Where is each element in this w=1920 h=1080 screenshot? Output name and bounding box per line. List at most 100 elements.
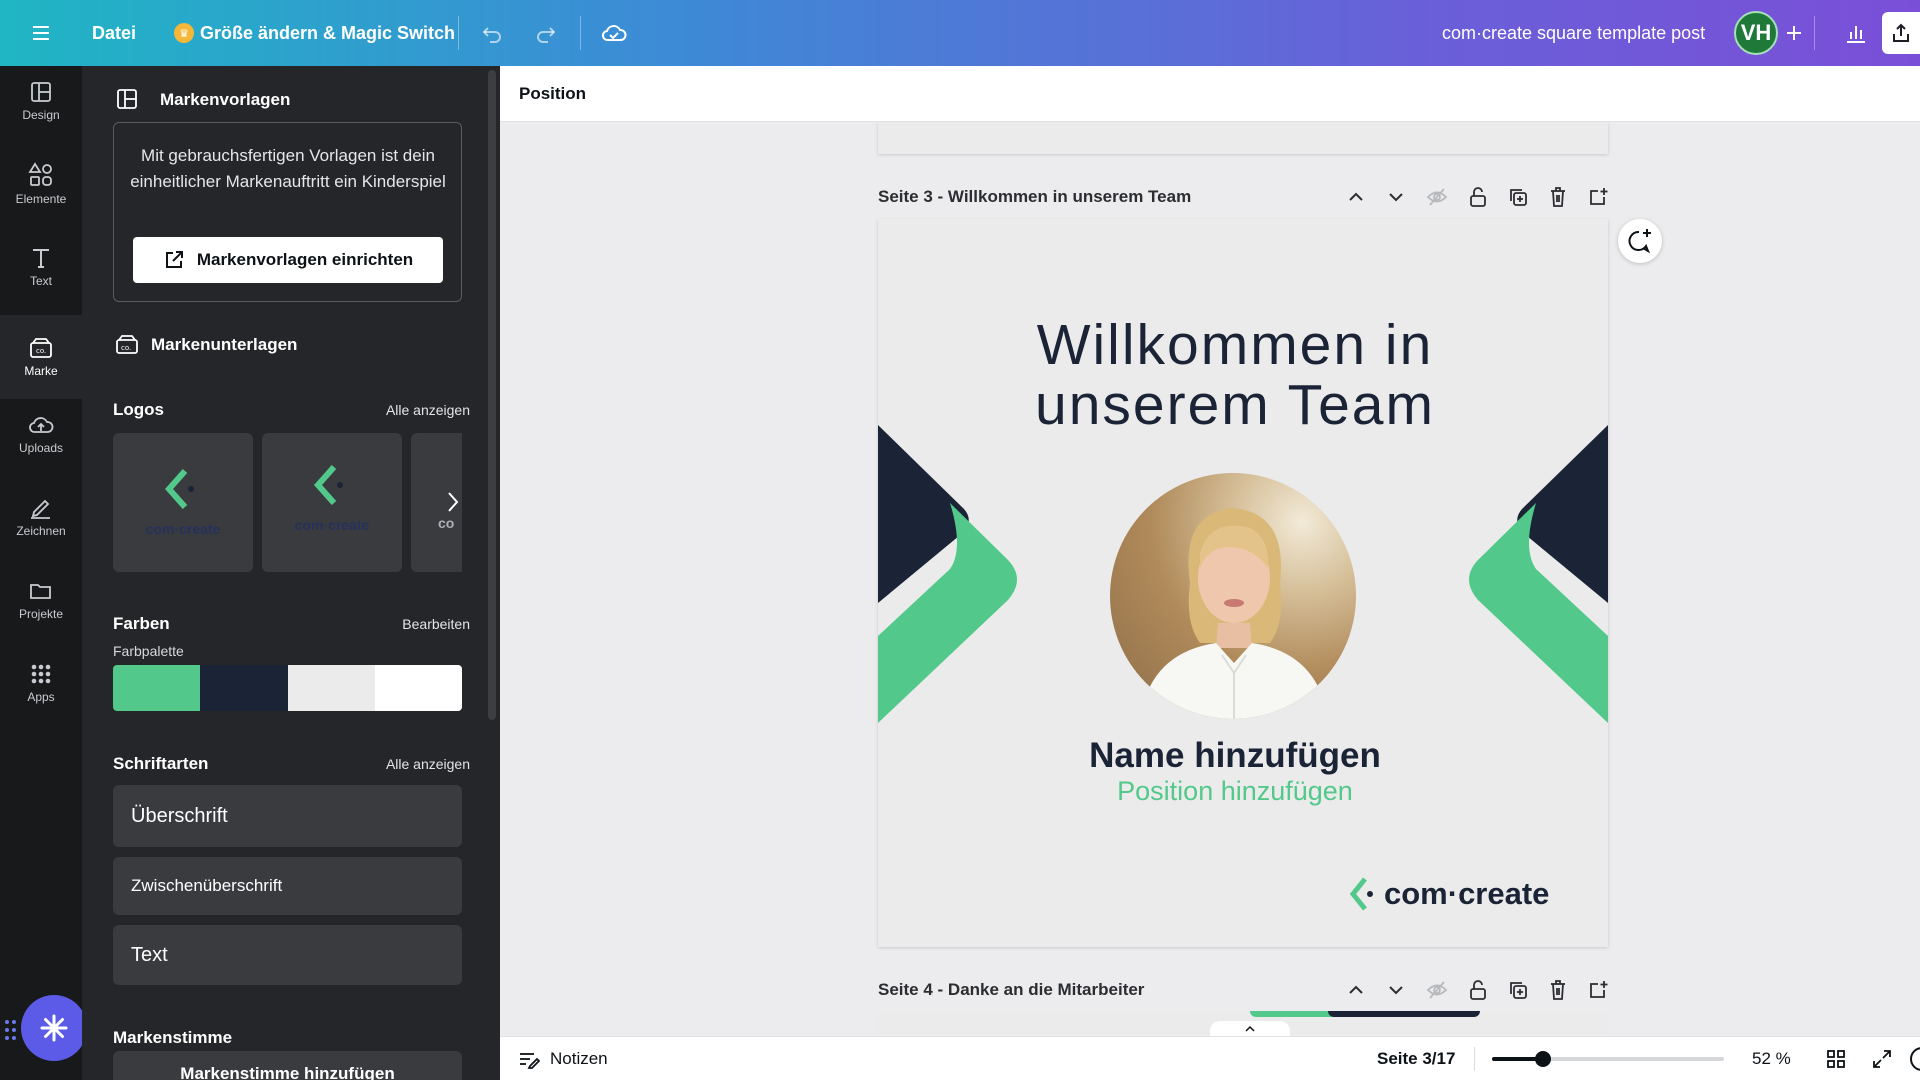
panel-scrollbar[interactable]: [488, 70, 496, 720]
rail-item-elements[interactable]: Elemente: [0, 149, 82, 219]
zoom-slider[interactable]: [1492, 1051, 1724, 1067]
brand-logo-mark-icon: [1349, 877, 1373, 911]
rail-label-draw: Zeichnen: [16, 524, 66, 538]
logo-text-1: com·create: [145, 521, 221, 537]
rail-label-brand: Marke: [24, 364, 58, 378]
brand-logo[interactable]: com·create: [1348, 876, 1549, 912]
page3-title[interactable]: Seite 3 - Willkommen in unserem Team: [878, 187, 1191, 207]
hide-page-icon[interactable]: [1426, 980, 1448, 1000]
logo-tile-2[interactable]: com·create: [262, 433, 402, 572]
hide-page-icon[interactable]: [1426, 187, 1448, 207]
lock-icon[interactable]: [1468, 186, 1488, 208]
rail-item-brand[interactable]: co. Marke: [0, 315, 82, 399]
add-page-icon[interactable]: [1588, 980, 1608, 1000]
context-toolbar: Position: [500, 66, 1920, 122]
fonts-title: Schriftarten: [113, 754, 209, 773]
move-up-icon[interactable]: [1346, 980, 1366, 1000]
font-heading-button[interactable]: Überschrift: [113, 785, 462, 847]
notes-button[interactable]: Notizen: [518, 1049, 608, 1069]
palette-swatch-white[interactable]: [374, 665, 462, 711]
templates-description: Mit gebrauchsfertigen Vorlagen ist dein …: [130, 146, 446, 191]
team-member-photo[interactable]: [1110, 473, 1356, 719]
drag-handle-icon[interactable]: [4, 1016, 18, 1044]
resize-label: Größe ändern & Magic Switch: [200, 22, 456, 43]
templates-title: Markenvorlagen: [160, 90, 291, 109]
undo-icon[interactable]: [480, 0, 504, 66]
font-subheading-button[interactable]: Zwischenüberschrift: [113, 857, 462, 915]
add-people-icon[interactable]: [1782, 0, 1806, 66]
rail-item-text[interactable]: Text: [0, 232, 82, 302]
fullscreen-icon[interactable]: [1872, 1049, 1892, 1074]
brand-kit-title: Markenunterlagen: [151, 335, 298, 354]
rail-label-design: Design: [22, 108, 60, 122]
avatar[interactable]: VH: [1734, 11, 1778, 55]
duplicate-page-icon[interactable]: [1508, 187, 1528, 207]
rail-label-projects: Projekte: [18, 607, 64, 621]
previous-page-bottom[interactable]: [878, 122, 1608, 154]
rail-item-design[interactable]: Design: [0, 66, 82, 136]
templates-card: Mit gebrauchsfertigen Vorlagen ist dein …: [113, 122, 462, 302]
name-placeholder[interactable]: Name hinzufügen: [878, 736, 1592, 776]
crown-icon: ♛: [174, 23, 194, 43]
layout-icon: [31, 82, 51, 102]
delete-page-icon[interactable]: [1548, 979, 1568, 1001]
delete-page-icon[interactable]: [1548, 186, 1568, 208]
brand-kit-icon: co.: [116, 333, 138, 360]
logos-next-arrow-icon[interactable]: [446, 490, 460, 519]
rail-label-elements: Elemente: [15, 192, 67, 206]
font-body-button[interactable]: Text: [113, 925, 462, 985]
logos-see-all-link[interactable]: Alle anzeigen: [386, 402, 470, 418]
add-brand-voice-button[interactable]: Markenstimme hinzufügen: [113, 1051, 462, 1080]
add-comment-icon: [1628, 229, 1651, 254]
insights-chart-icon[interactable]: [1834, 0, 1876, 66]
move-down-icon[interactable]: [1386, 187, 1406, 207]
move-up-icon[interactable]: [1346, 187, 1366, 207]
palette-swatch-navy[interactable]: [200, 665, 288, 711]
zoom-slider-thumb[interactable]: [1535, 1051, 1551, 1067]
lock-icon[interactable]: [1468, 979, 1488, 1001]
zoom-level[interactable]: 52 %: [1752, 1049, 1791, 1069]
document-title[interactable]: com·create square template post: [1442, 0, 1705, 66]
rail-item-projects[interactable]: Projekte: [0, 565, 82, 635]
file-menu[interactable]: Datei: [92, 0, 136, 66]
portrait-illustration: [1140, 508, 1328, 719]
duplicate-page-icon[interactable]: [1508, 980, 1528, 1000]
external-link-icon: [165, 251, 183, 268]
chevron-up-icon: [1245, 1025, 1255, 1032]
grid-view-icon[interactable]: [1826, 1049, 1846, 1074]
rail-item-apps[interactable]: Apps: [0, 648, 82, 718]
page4-navy-shape: [1328, 1011, 1480, 1017]
rail-item-draw[interactable]: Zeichnen: [0, 482, 82, 552]
headline-line-1: Willkommen in: [1036, 313, 1434, 377]
add-page-icon[interactable]: [1588, 187, 1608, 207]
move-down-icon[interactable]: [1386, 980, 1406, 1000]
canvas-area: Seite 3 - Willkommen in unserem Team Wil…: [500, 122, 1920, 1036]
help-button[interactable]: [1910, 1047, 1920, 1071]
comment-button[interactable]: [1618, 219, 1662, 263]
position-placeholder[interactable]: Position hinzufügen: [878, 776, 1592, 807]
notes-label: Notizen: [550, 1049, 608, 1068]
hamburger-icon[interactable]: [28, 0, 54, 66]
rail-item-uploads[interactable]: Uploads: [0, 399, 82, 469]
redo-icon[interactable]: [534, 0, 558, 66]
palette-swatch-lightgray[interactable]: [287, 665, 375, 711]
rail-label-uploads: Uploads: [18, 441, 64, 455]
resize-magic-switch-button[interactable]: ♛ Größe ändern & Magic Switch: [174, 0, 455, 66]
page-counter[interactable]: Seite 3/17: [1377, 1049, 1455, 1069]
rail-label-text: Text: [29, 274, 52, 288]
colors-edit-link[interactable]: Bearbeiten: [402, 616, 470, 632]
expand-pages-tab[interactable]: [1210, 1021, 1290, 1036]
logo-tile-1[interactable]: com·create: [113, 433, 253, 572]
setup-templates-button[interactable]: Markenvorlagen einrichten: [133, 237, 443, 283]
svg-text:co.: co.: [36, 347, 46, 355]
design-page-3[interactable]: Willkommen in unserem Team Name hinzufüg…: [878, 219, 1608, 947]
fonts-see-all-link[interactable]: Alle anzeigen: [386, 756, 470, 772]
cloud-save-icon[interactable]: [600, 0, 628, 66]
pen-icon: [31, 499, 50, 519]
headline[interactable]: Willkommen in unserem Team: [878, 315, 1592, 435]
palette-swatch-green[interactable]: [113, 665, 201, 711]
position-button[interactable]: Position: [519, 84, 586, 104]
magic-assistant-button[interactable]: [21, 995, 87, 1061]
page4-title[interactable]: Seite 4 - Danke an die Mitarbeiter: [878, 980, 1144, 1000]
share-button[interactable]: [1882, 12, 1920, 54]
